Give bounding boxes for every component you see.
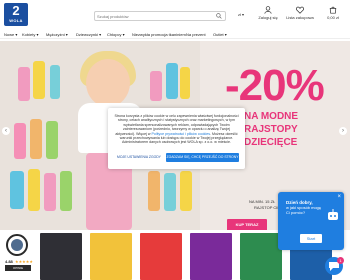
cookie-consent-dialog: Strona korzysta z plików cookie w celu z… — [108, 108, 245, 169]
product-thumb[interactable] — [190, 233, 232, 280]
currency-label: zł — [238, 12, 241, 17]
login-button[interactable]: Zaloguj się — [253, 6, 283, 20]
sock-roll — [150, 71, 162, 101]
cookie-settings-button[interactable]: MOJE USTAWIENIA ZGODY — [116, 153, 162, 162]
rating-badge[interactable]: 4.88 ★★★★★ OPINIE — [3, 232, 33, 278]
product-thumb[interactable] — [40, 233, 82, 280]
nav-label: Na prezent — [186, 32, 206, 37]
cart-button[interactable]: 0,00 zł — [318, 6, 348, 20]
promo-line-1: NA MODNE — [244, 111, 299, 122]
rating-seal-center — [11, 239, 23, 251]
sock-roll — [44, 173, 56, 211]
nav-item-chlopcy[interactable]: Chłopcy ▾ — [107, 32, 125, 37]
cart-icon — [329, 6, 337, 14]
sock-roll — [148, 171, 160, 211]
cookie-accept-button[interactable]: ZGADZAM SIĘ, CHCĘ PRZEJŚĆ DO STRONY — [166, 153, 239, 162]
login-label: Zaloguj się — [258, 15, 278, 20]
currency-selector[interactable]: zł ▾ — [238, 12, 244, 17]
site-header: 2 WOLA zł ▾ Zaloguj się Lista zakupowa 0… — [0, 0, 350, 28]
wishlist-button[interactable]: Lista zakupowa — [285, 6, 315, 20]
chat-close-button[interactable]: × — [337, 194, 341, 200]
girl-face — [86, 59, 130, 107]
promo-line-2: RAJSTOPY — [244, 124, 298, 135]
sock-roll — [180, 67, 190, 99]
search-input[interactable] — [97, 12, 209, 20]
user-icon — [264, 6, 272, 14]
nav-item-mezczyzni[interactable]: Mężczyźni ▾ — [46, 32, 68, 37]
nav-label: Chłopcy — [107, 32, 122, 37]
sock-roll — [28, 169, 40, 211]
promo-small-1: NA MIN. 15 ZŁ — [249, 199, 276, 204]
rating-score: 4.88 — [5, 259, 13, 264]
nav-item-nowe[interactable]: Nowe ▾ — [4, 32, 17, 37]
sock-roll — [14, 123, 26, 159]
promo-line-3: DZIECIĘCE — [244, 137, 298, 148]
sock-roll — [60, 171, 72, 211]
heart-icon — [296, 6, 304, 14]
nav-item-kobiety[interactable]: Kobiety ▾ — [22, 32, 38, 37]
sock-roll — [180, 171, 192, 211]
chat-start-button[interactable]: Start — [300, 234, 322, 243]
sock-roll — [30, 119, 42, 159]
nav-item-dziewczynki[interactable]: Dziewczynki ▾ — [76, 32, 101, 37]
search-box — [94, 11, 226, 21]
privacy-policy-link[interactable]: Polityce prywatności i plików cookies — [152, 132, 211, 136]
nav-label: Outlet — [213, 32, 224, 37]
sock-roll — [164, 173, 176, 211]
product-thumb[interactable] — [90, 233, 132, 280]
promo-discount: -20% — [225, 61, 325, 110]
cart-total: 0,00 zł — [327, 15, 339, 20]
nav-label: Nowe — [4, 32, 15, 37]
nav-label: Dziewczynki — [76, 32, 99, 37]
logo-text: WOLA — [9, 18, 23, 23]
rating-seal-icon — [6, 234, 28, 256]
nav-item-prezent[interactable]: Na prezent — [186, 32, 206, 37]
chat-launcher-button[interactable]: 1 — [325, 257, 344, 275]
logo-number: 2 — [12, 3, 20, 18]
nav-label: Niezwykła promocja tkaniniem — [132, 32, 186, 37]
chat-unread-badge: 1 — [337, 257, 344, 264]
wola-logo[interactable]: 2 WOLA — [4, 3, 28, 26]
prev-slide-button[interactable]: ‹ — [2, 127, 10, 135]
sock-roll — [10, 171, 24, 209]
nav-item-promocja[interactable]: Niezwykła promocja tkaniniem — [132, 32, 186, 37]
product-thumb[interactable] — [140, 233, 182, 280]
buy-now-button[interactable]: KUP TERAZ — [227, 219, 267, 230]
rating-stars: ★★★★★ — [15, 259, 33, 264]
wishlist-label: Lista zakupowa — [286, 15, 314, 20]
chat-text: w jaki sposób mogę Ci pomóc? — [286, 205, 322, 215]
sock-roll — [18, 67, 30, 101]
cookie-text: Strona korzysta z plików cookie w celu z… — [114, 114, 239, 145]
sock-roll — [33, 61, 45, 99]
search-icon[interactable] — [216, 13, 222, 19]
chat-message: Dzień dobry, w jaki sposób mogę Ci pomóc… — [286, 200, 326, 215]
rating-caption: OPINIE — [5, 265, 31, 271]
nav-label: Mężczyźni — [46, 32, 65, 37]
main-nav: Nowe ▾ Kobiety ▾ Mężczyźni ▾ Dziewczynki… — [0, 30, 350, 39]
chat-popup: × Dzień dobry, w jaki sposób mogę Ci pom… — [278, 192, 344, 250]
sock-roll — [50, 65, 60, 99]
nav-label: Kobiety — [22, 32, 36, 37]
product-thumb[interactable] — [240, 233, 282, 280]
next-slide-button[interactable]: › — [339, 127, 347, 135]
chatbot-icon — [328, 209, 338, 220]
sock-roll — [166, 63, 178, 99]
sock-roll — [46, 121, 58, 159]
nav-item-outlet[interactable]: Outlet ▾ — [213, 32, 227, 37]
